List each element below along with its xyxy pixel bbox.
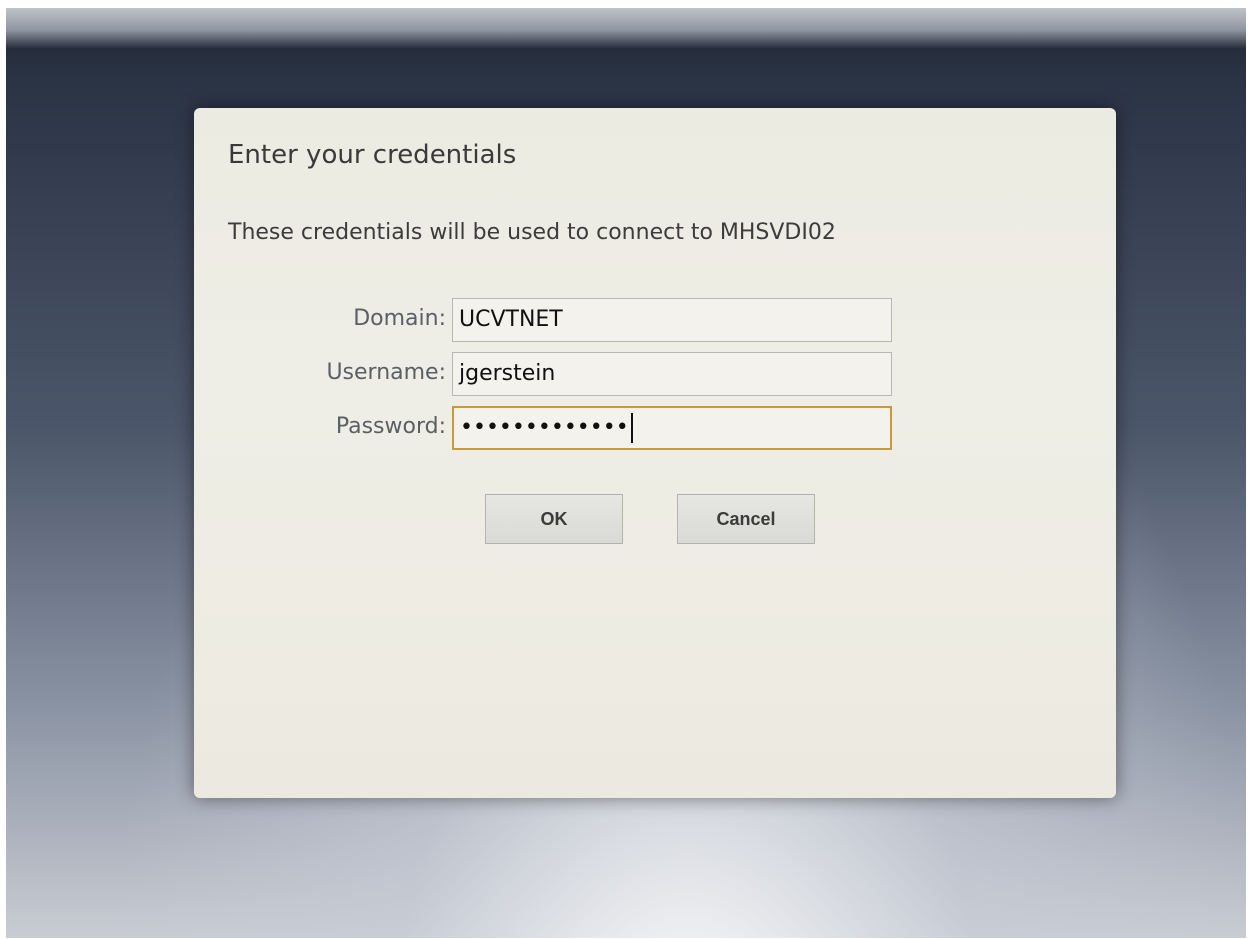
- password-row: Password: •••••••••••••: [194, 406, 1116, 450]
- username-row: Username: jgerstein: [194, 352, 1116, 396]
- domain-row: Domain: UCVTNET: [194, 298, 1116, 342]
- username-label: Username:: [326, 360, 446, 385]
- credentials-dialog: Enter your credentials These credentials…: [194, 108, 1116, 798]
- screen-top-edge: [6, 8, 1246, 48]
- domain-label: Domain:: [353, 306, 446, 331]
- password-label: Password:: [335, 414, 446, 439]
- ok-button[interactable]: OK: [485, 494, 623, 544]
- text-caret: [630, 413, 633, 443]
- desktop-background: Enter your credentials These credentials…: [6, 8, 1246, 938]
- domain-field[interactable]: UCVTNET: [452, 298, 892, 342]
- cancel-button[interactable]: Cancel: [677, 494, 815, 544]
- dialog-title: Enter your credentials: [228, 140, 517, 170]
- password-field[interactable]: •••••••••••••: [452, 406, 892, 450]
- username-value: jgerstein: [459, 361, 556, 386]
- domain-value: UCVTNET: [459, 307, 563, 332]
- username-field[interactable]: jgerstein: [452, 352, 892, 396]
- password-mask: •••••••••••••: [460, 415, 629, 440]
- dialog-message: These credentials will be used to connec…: [228, 220, 836, 245]
